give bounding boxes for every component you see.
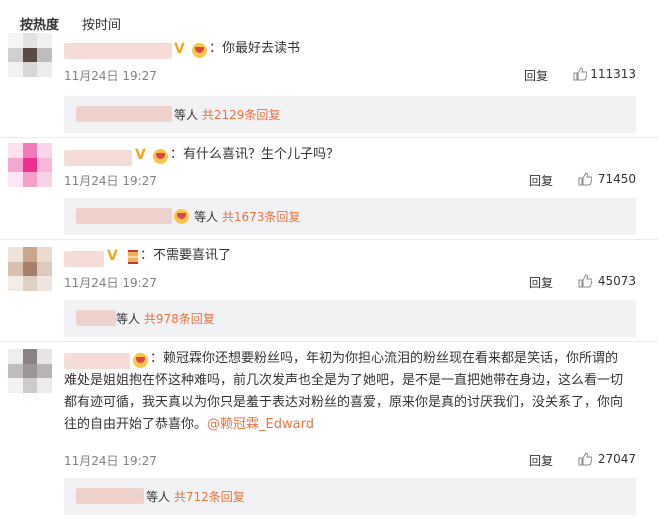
reply-button[interactable]: 回复 — [524, 67, 548, 84]
verified-badge: V — [135, 147, 146, 163]
sub-reply-count[interactable]: 共1673条回复 — [222, 210, 301, 224]
divider — [0, 137, 658, 138]
username-blurred[interactable] — [64, 150, 132, 166]
comment-time: 11月24日 19:27 — [64, 276, 157, 290]
username-blurred[interactable] — [64, 251, 104, 267]
comment-text-line-3: 都有迹可循，我天真以为你只是羞于表达对粉丝的喜爱，原来你是真的讨厌我们，没关系了… — [64, 395, 624, 410]
reply-button[interactable]: 回复 — [529, 452, 553, 469]
avatar[interactable] — [8, 33, 52, 77]
divider — [0, 239, 658, 240]
sub-reply-count[interactable]: 共712条回复 — [174, 490, 245, 504]
like-count: 27047 — [597, 452, 636, 466]
sub-reply-summary: 等人 共712条回复 — [146, 488, 245, 505]
emoji-icon — [174, 209, 189, 224]
emoji-icon — [153, 149, 168, 164]
like-count: 45073 — [597, 274, 636, 288]
divider — [0, 341, 658, 342]
avatar[interactable] — [8, 349, 52, 393]
comment-text-line-2: 难处是姐姐抱在怀这种难吗，前几次发声也全是为了她吧，是不是一直把她带在身边，这么… — [64, 373, 624, 388]
sub-reply-suffix: 等人 — [194, 210, 219, 224]
tab-by-hot[interactable]: 按热度 — [20, 14, 59, 33]
sub-reply-users-blurred — [76, 310, 116, 326]
avatar[interactable] — [8, 247, 52, 291]
reply-button[interactable]: 回复 — [529, 172, 553, 189]
emoji-icon — [133, 353, 148, 368]
sub-reply-count[interactable]: 共2129条回复 — [202, 108, 281, 122]
sub-reply-users-blurred — [76, 106, 172, 122]
sub-reply-summary: 等人 共1673条回复 — [194, 208, 300, 225]
tab-by-time[interactable]: 按时间 — [82, 14, 121, 33]
like-count: 71450 — [597, 172, 636, 186]
username-blurred[interactable] — [64, 43, 172, 59]
comment-text-end: 往的自由开始了恭喜你。 — [64, 417, 208, 432]
comment-time: 11月24日 19:27 — [64, 174, 157, 188]
sub-reply-suffix: 等人 — [146, 490, 171, 504]
comment-time: 11月24日 19:27 — [64, 454, 157, 468]
comment-text: ：你最好去读书 — [209, 41, 301, 56]
sub-reply-users-blurred — [76, 488, 144, 504]
sub-replies-box[interactable]: 等人 共978条回复 — [64, 300, 636, 337]
sub-reply-count[interactable]: 共978条回复 — [144, 312, 215, 326]
sub-reply-summary: 等人 共978条回复 — [116, 310, 215, 327]
sub-replies-box[interactable]: 等人 共712条回复 — [64, 478, 636, 515]
comment-text: ：有什么喜讯？生个儿子吗？ — [170, 147, 340, 162]
reply-button[interactable]: 回复 — [529, 274, 553, 291]
sub-reply-suffix: 等人 — [116, 312, 141, 326]
hourglass-icon — [128, 250, 138, 264]
comment-text-line-1: ：赖冠霖你还想要粉丝吗，年初为你担心流泪的粉丝现在看来都是笑话，你所谓的 — [150, 351, 619, 366]
like-count: 111313 — [590, 67, 636, 81]
sub-reply-suffix: 等人 — [174, 108, 199, 122]
verified-badge: V — [107, 248, 118, 264]
comment-text-line-4: 往的自由开始了恭喜你。@赖冠霖_Edward — [64, 414, 314, 436]
sub-replies-box[interactable]: 等人 共1673条回复 — [64, 198, 636, 235]
like-thumb-icon[interactable] — [573, 67, 587, 81]
comment-time: 11月24日 19:27 — [64, 69, 157, 83]
sub-reply-summary: 等人 共2129条回复 — [174, 106, 280, 123]
comment-text: ：不需要喜讯了 — [140, 248, 232, 263]
verified-badge: V — [174, 41, 185, 57]
mention-link[interactable]: @赖冠霖_Edward — [207, 417, 314, 432]
avatar[interactable] — [8, 143, 52, 187]
sub-replies-box[interactable]: 等人 共2129条回复 — [64, 96, 636, 133]
username-blurred[interactable] — [64, 353, 130, 369]
emoji-icon — [192, 43, 207, 58]
sub-reply-users-blurred — [76, 208, 172, 224]
